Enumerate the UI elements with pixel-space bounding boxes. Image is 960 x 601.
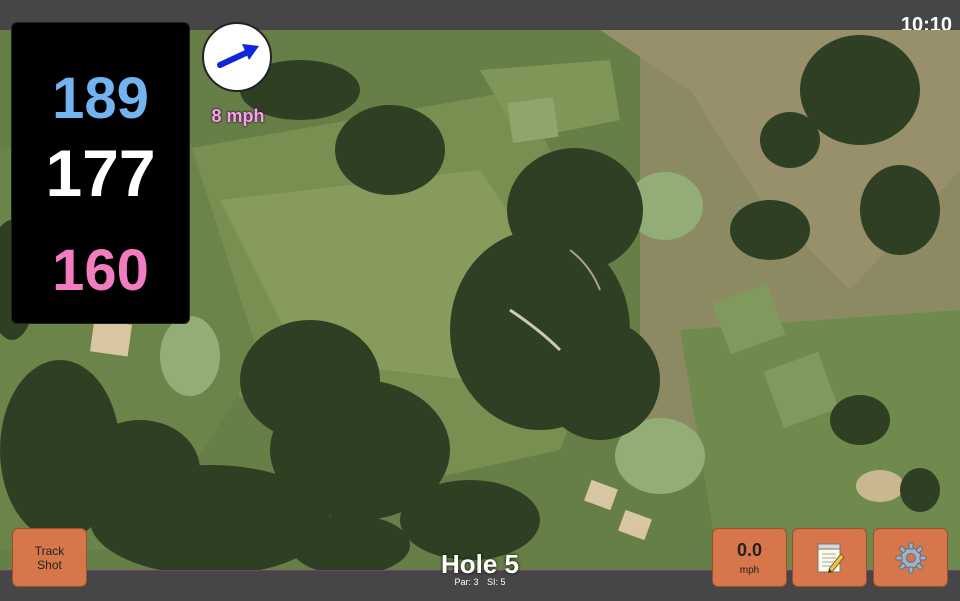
speed-unit: mph — [739, 564, 760, 576]
wind-speed: 8 mph — [211, 106, 265, 126]
arrow-icon — [217, 44, 259, 68]
speed-button[interactable]: 0.0 mph — [712, 528, 787, 587]
speed-value: 0.0 — [736, 539, 763, 560]
hole-info: Par: 3 SI: 5 — [380, 577, 580, 587]
notes-button[interactable] — [792, 528, 867, 587]
gear-icon — [895, 542, 926, 573]
notepad-icon — [817, 543, 845, 573]
track-shot-label: Track Shot — [34, 543, 65, 572]
hole-title: Hole 5 — [440, 549, 520, 579]
settings-button[interactable] — [873, 528, 948, 587]
track-shot-button[interactable]: Track Shot — [12, 528, 87, 587]
distance-panel: 189 177 160 — [11, 22, 190, 324]
wind-dial — [202, 22, 272, 92]
hole-par: Par: 3 — [454, 577, 479, 587]
front-distance: 160 — [52, 238, 149, 303]
back-distance: 189 — [52, 66, 149, 131]
middle-distance: 177 — [45, 136, 156, 210]
hole-stroke-index: SI: 5 — [487, 577, 506, 587]
